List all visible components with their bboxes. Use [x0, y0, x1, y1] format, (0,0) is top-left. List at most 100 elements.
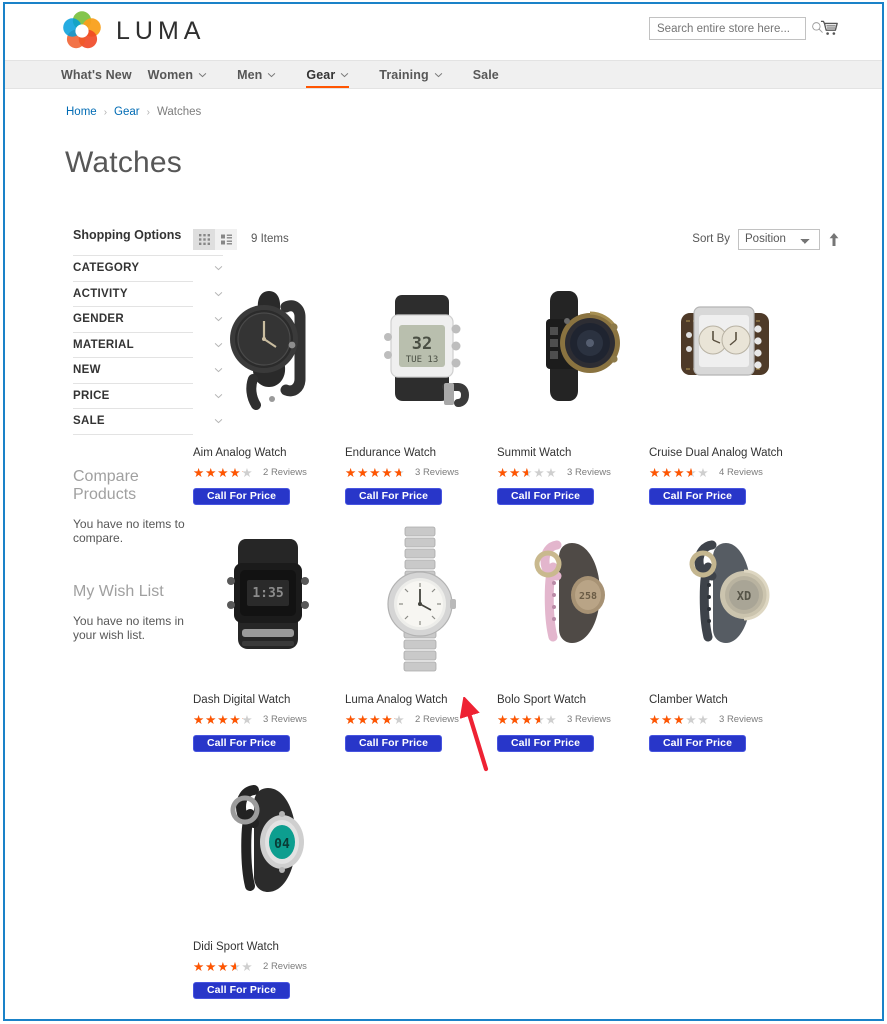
filter-label: PRICE [73, 389, 110, 402]
sport-watch-grey-strap-icon[interactable]: XD [649, 520, 801, 686]
sport-watch-black-gold-icon[interactable] [497, 274, 649, 440]
nav-label: Training [379, 67, 429, 82]
reviews-link[interactable]: 2 Reviews [415, 714, 459, 725]
reviews-link[interactable]: 4 Reviews [719, 467, 763, 478]
call-for-price-button[interactable]: Call For Price [193, 487, 290, 505]
product-list-main: 9 Items Sort By Position Product Name Pr… [185, 228, 882, 1019]
product-name[interactable]: Cruise Dual Analog Watch [649, 447, 801, 461]
sort-by-label: Sort By [692, 233, 730, 246]
call-for-price-button[interactable]: Call For Price [649, 734, 746, 752]
rating-stars-filled: ★★★★★ [193, 466, 243, 479]
filter-label: CATEGORY [73, 262, 140, 275]
reviews-link[interactable]: 3 Reviews [263, 714, 307, 725]
page-title: Watches [65, 146, 182, 180]
product-name[interactable]: Luma Analog Watch [345, 694, 497, 708]
product-grid: Aim Analog Watch ★★★★★ ★★★★★ 2 Reviews C… [193, 274, 842, 1014]
analog-watch-silver-bracelet-icon[interactable] [345, 520, 497, 686]
svg-text:32: 32 [412, 334, 432, 354]
product-name[interactable]: Summit Watch [497, 447, 649, 461]
product-rating: ★★★★★ ★★★★★ 2 Reviews [193, 960, 345, 973]
toolbar-left: 9 Items [193, 228, 289, 250]
search-box[interactable] [649, 17, 823, 40]
nav-item-women[interactable]: Women [148, 61, 221, 88]
digital-watch-white-square-icon[interactable]: 32 TUE 13 [345, 274, 497, 440]
nav-item-training[interactable]: Training [379, 61, 456, 88]
nav-item-gear[interactable]: Gear [306, 61, 363, 88]
filter-label: MATERIAL [73, 338, 134, 351]
rating-stars-filled: ★★★★★ [497, 466, 528, 479]
digital-watch-black-square-icon[interactable]: 1:35 [193, 520, 345, 686]
product-name[interactable]: Didi Sport Watch [193, 941, 345, 955]
chevron-down-icon [214, 367, 223, 373]
item-count: 9 Items [251, 233, 289, 246]
compare-products-title: Compare Products [73, 467, 139, 503]
reviews-link[interactable]: 2 Reviews [263, 961, 307, 972]
rating-stars[interactable]: ★★★★★ ★★★★★ [497, 466, 559, 479]
search-input[interactable] [657, 22, 811, 35]
grid-view-icon[interactable] [193, 228, 215, 250]
reviews-link[interactable]: 3 Reviews [415, 467, 459, 478]
product-rating: ★★★★★ ★★★★★ 3 Reviews [497, 466, 649, 479]
chevron-down-icon [267, 72, 276, 78]
breadcrumb-item-gear[interactable]: Gear [114, 106, 140, 118]
product-item: Cruise Dual Analog Watch ★★★★★ ★★★★★ 4 R… [649, 274, 801, 505]
chevron-down-icon [434, 72, 443, 78]
sport-watch-black-silver-oval-icon[interactable]: 04 [193, 767, 345, 933]
rating-stars[interactable]: ★★★★★ ★★★★★ [193, 713, 255, 726]
rating-stars[interactable]: ★★★★★ ★★★★★ [497, 713, 559, 726]
product-item: 1:35 Dash Digital Watch ★★★★★ ★★★★ 3 Rev… [193, 520, 345, 752]
header-actions [649, 17, 839, 40]
product-item: 258 Bolo Sport Watch ★★★★★ ★★★★★ 3 Revie… [497, 520, 649, 752]
analog-watch-black-round-icon[interactable] [193, 274, 345, 440]
reviews-link[interactable]: 3 Reviews [719, 714, 763, 725]
call-for-price-button[interactable]: Call For Price [649, 487, 746, 505]
rating-stars[interactable]: ★★★★★ ★★★★★ [193, 960, 255, 973]
breadcrumb-separator: › [146, 106, 150, 118]
product-item: 32 TUE 13 Endurance Watch ★★★★★ ★★★★★ 3 … [345, 274, 497, 505]
nav-item-sale[interactable]: Sale [473, 61, 499, 88]
call-for-price-button[interactable]: Call For Price [345, 487, 442, 505]
product-name[interactable]: Clamber Watch [649, 694, 801, 708]
reviews-link[interactable]: 3 Reviews [567, 467, 611, 478]
call-for-price-button[interactable]: Call For Price [497, 487, 594, 505]
rating-stars[interactable]: ★★★★★ ★★★★★ [345, 466, 407, 479]
product-name[interactable]: Endurance Watch [345, 447, 497, 461]
call-for-price-button[interactable]: Call For Price [193, 981, 290, 999]
call-for-price-button[interactable]: Call For Price [193, 734, 290, 752]
reviews-link[interactable]: 2 Reviews [263, 467, 307, 478]
rating-stars-filled: ★★★★★ [193, 713, 243, 726]
dual-analog-watch-leather-icon[interactable] [649, 274, 801, 440]
chevron-down-icon [198, 72, 207, 78]
breadcrumb-item-home[interactable]: Home [66, 106, 97, 118]
rating-stars[interactable]: ★★★★★ ★★★★★ [345, 713, 407, 726]
shopping-cart-icon[interactable] [820, 19, 839, 38]
luma-flower-logo-icon [61, 10, 103, 52]
product-name[interactable]: Dash Digital Watch [193, 694, 345, 708]
call-for-price-button[interactable]: Call For Price [345, 734, 442, 752]
list-view-icon[interactable] [215, 228, 237, 250]
svg-text:258: 258 [579, 591, 597, 602]
wishlist-empty-text: You have no items in your wish list. [73, 613, 184, 642]
chevron-down-icon [214, 291, 223, 297]
svg-text:TUE 13: TUE 13 [406, 355, 439, 365]
nav-item-men[interactable]: Men [237, 61, 290, 88]
rating-stars[interactable]: ★★★★★ ★★★★★ [649, 466, 711, 479]
site-header: LUMA [5, 4, 882, 60]
logo-text: LUMA [116, 16, 206, 45]
reviews-link[interactable]: 3 Reviews [567, 714, 611, 725]
nav-label: Men [237, 67, 263, 82]
shopping-options-title: Shopping Options [73, 228, 182, 243]
site-logo[interactable]: LUMA [61, 10, 205, 52]
rating-stars[interactable]: ★★★★★ ★★★★★ [193, 466, 255, 479]
call-for-price-button[interactable]: Call For Price [497, 734, 594, 752]
sort-by-select[interactable]: Position Product Name Price [738, 228, 820, 250]
rating-stars[interactable]: ★★★★★ ★★★★★ [649, 713, 711, 726]
sort-ascending-arrow-icon[interactable] [828, 232, 840, 247]
nav-label: Sale [472, 67, 499, 82]
nav-item-whats-new[interactable]: What's New [61, 61, 132, 88]
product-name[interactable]: Bolo Sport Watch [497, 694, 649, 708]
product-name[interactable]: Aim Analog Watch [193, 447, 345, 461]
chevron-down-icon [214, 418, 223, 424]
sport-watch-pink-strap-icon[interactable]: 258 [497, 520, 649, 686]
wishlist-title: My Wish List [73, 582, 164, 600]
